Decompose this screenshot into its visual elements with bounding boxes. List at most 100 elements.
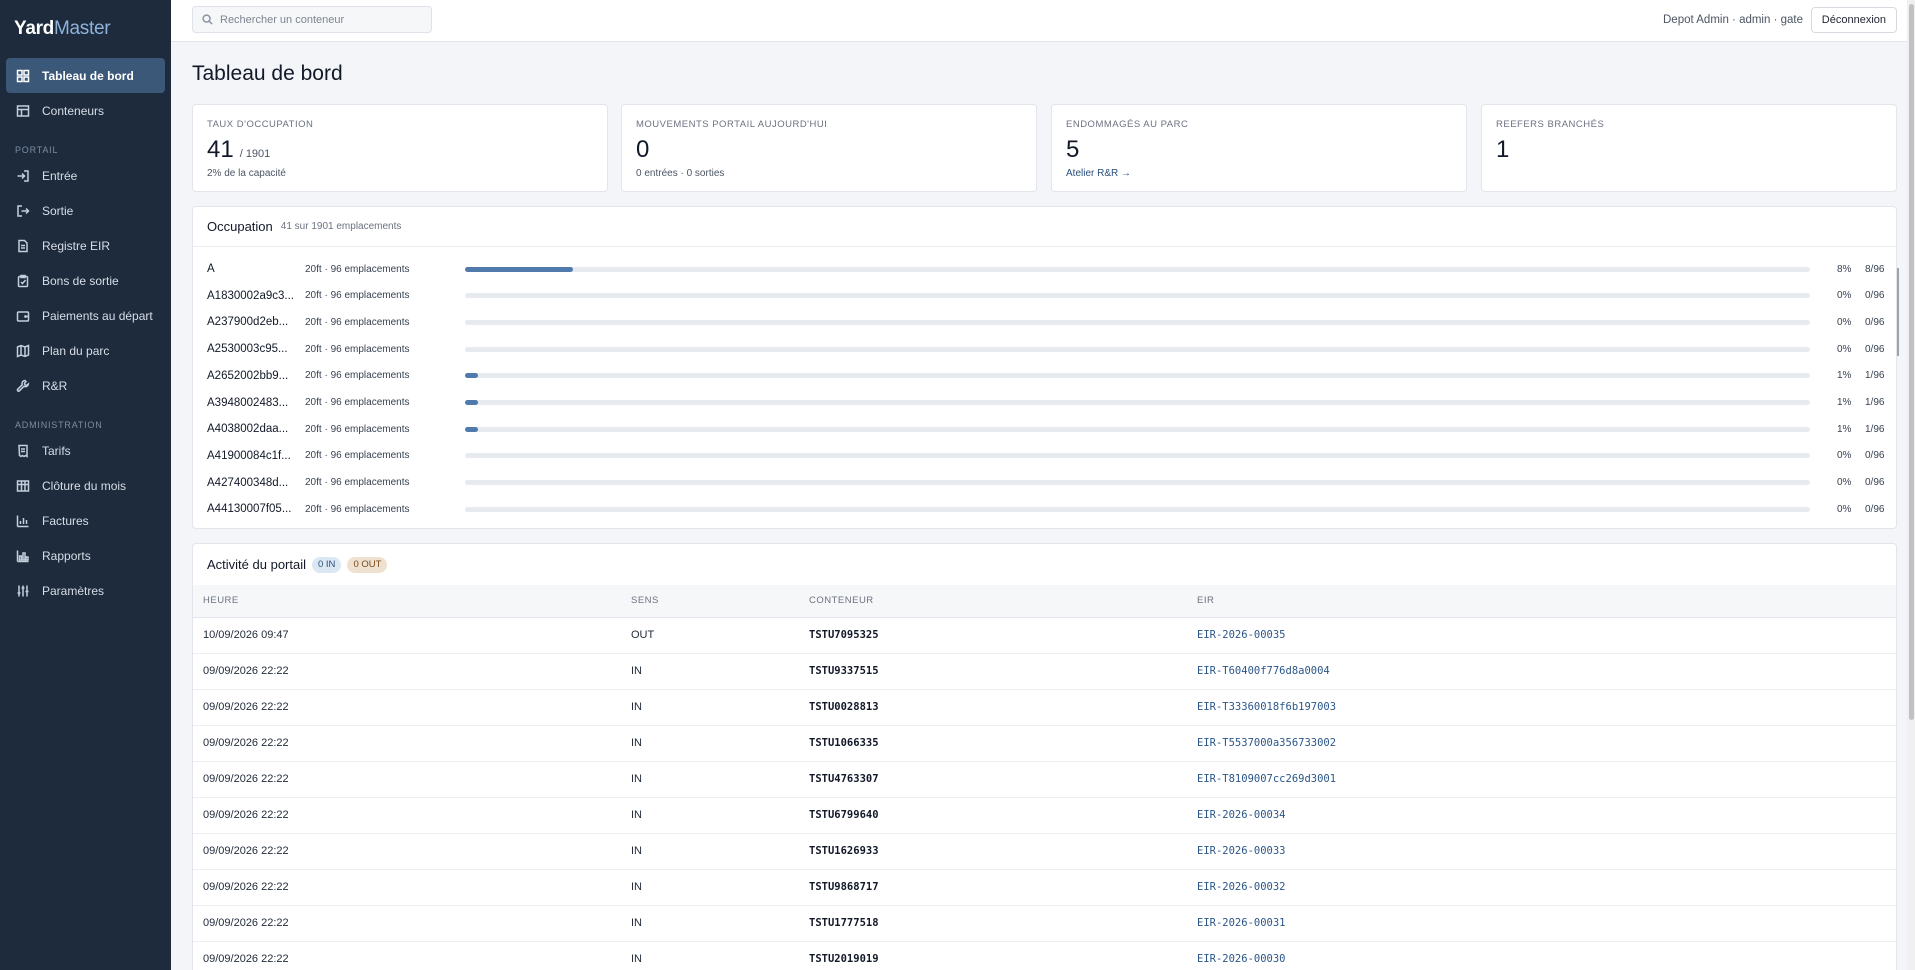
badge-out-count: 0 OUT <box>347 556 388 573</box>
table-row[interactable]: 09/09/2026 22:22 IN TSTU6799640 EIR-2026-00… <box>193 797 1896 833</box>
column-header-direction[interactable]: SENS <box>631 585 809 617</box>
occupation-row[interactable]: A427400348d... 20ft · 96 emplacements 0% 0/… <box>207 475 1884 491</box>
zone-description: 20ft · 96 emplacements <box>305 450 410 462</box>
rr-workshop-link[interactable]: Atelier R&R → <box>1066 168 1452 179</box>
occupation-row[interactable]: A2652002bb9... 20ft · 96 emplacements 1% 1/… <box>207 368 1884 384</box>
occupancy-percent: 1% <box>1837 397 1852 408</box>
brand-logo[interactable]: Yard Master <box>0 0 171 58</box>
occupation-row[interactable]: A2530003c95... 20ft · 96 emplacements 0% 0/… <box>207 341 1884 357</box>
occupation-row[interactable]: A3948002483... 20ft · 96 emplacements 1% 1/… <box>207 395 1884 411</box>
eir-link[interactable]: EIR-T5537000a356733002 <box>1197 725 1896 761</box>
eir-link[interactable]: EIR-T33360018f6b197003 <box>1197 689 1896 725</box>
cell-container[interactable]: TSTU2019019 <box>809 941 1197 970</box>
grid-icon <box>16 69 30 83</box>
column-header-container[interactable]: CONTENEUR <box>809 585 1197 617</box>
cell-container[interactable]: TSTU7095325 <box>809 617 1197 653</box>
cell-container[interactable]: TSTU9337515 <box>809 653 1197 689</box>
eir-link[interactable]: EIR-2026-00032 <box>1197 869 1896 905</box>
sidebar-item-tariffs[interactable]: Tarifs <box>6 433 165 468</box>
zone-description: 20ft · 96 emplacements <box>305 316 410 328</box>
stat-label: MOUVEMENTS PORTAIL AUJOURD'HUI <box>636 119 828 130</box>
cell-container[interactable]: TSTU9868717 <box>809 869 1197 905</box>
column-header-eir[interactable]: EIR <box>1197 585 1896 617</box>
sidebar: Yard Master Tableau de bord Conteneurs POR… <box>0 0 171 970</box>
brand-part-1: Yard <box>14 18 54 39</box>
sidebar-item-payments[interactable]: Paiements au départ <box>6 298 165 333</box>
eir-link[interactable]: EIR-2026-00030 <box>1197 941 1896 970</box>
sidebar-item-entry[interactable]: Entrée <box>6 158 165 193</box>
eir-link[interactable]: EIR-T60400f776d8a0004 <box>1197 653 1896 689</box>
occupation-row[interactable]: A41900084c1f... 20ft · 96 emplacements 0% 0… <box>207 448 1884 464</box>
zone-description: 20ft · 96 emplacements <box>305 503 410 515</box>
sidebar-item-monthclose[interactable]: Clôture du mois <box>6 468 165 503</box>
occupation-row[interactable]: A237900d2eb... 20ft · 96 emplacements 0% 0/… <box>207 314 1884 330</box>
occupancy-bar <box>465 319 1810 325</box>
stat-value: 5 <box>1066 136 1080 163</box>
sidebar-item-reports[interactable]: Rapports <box>6 538 165 573</box>
eir-link[interactable]: EIR-2026-00035 <box>1197 617 1896 653</box>
cell-direction: OUT <box>631 629 655 641</box>
sidebar-item-invoices[interactable]: Factures <box>6 503 165 538</box>
occupation-scrollbar[interactable] <box>1897 268 1899 356</box>
sidebar-item-label: Tarifs <box>42 443 71 458</box>
occupation-row[interactable]: A44130007f05... 20ft · 96 emplacements 0% 0… <box>207 501 1884 517</box>
search-box[interactable] <box>192 6 432 33</box>
cell-container[interactable]: TSTU6799640 <box>809 797 1197 833</box>
cell-direction: IN <box>631 953 642 965</box>
cell-time: 09/09/2026 22:22 <box>203 737 289 749</box>
sidebar-item-release[interactable]: Bons de sortie <box>6 263 165 298</box>
eir-link[interactable]: EIR-2026-00033 <box>1197 833 1896 869</box>
clipboard-icon <box>16 274 30 288</box>
table-row[interactable]: 09/09/2026 22:22 IN TSTU9868717 EIR-2026-00… <box>193 869 1896 905</box>
sidebar-item-rr[interactable]: R&R <box>6 368 165 403</box>
logout-button[interactable]: Déconnexion <box>1810 7 1897 33</box>
table-row[interactable]: 09/09/2026 22:22 IN TSTU1777518 EIR-2026-00… <box>193 905 1896 941</box>
occupation-title: Occupation <box>207 219 273 234</box>
column-header-time[interactable]: HEURE <box>193 585 631 617</box>
cell-container[interactable]: TSTU0028813 <box>809 689 1197 725</box>
table-row[interactable]: 09/09/2026 22:22 IN TSTU2019019 EIR-2026-00… <box>193 941 1896 970</box>
sidebar-item-exit[interactable]: Sortie <box>6 193 165 228</box>
sidebar-item-label: Registre EIR <box>42 238 111 253</box>
badge-in-count: 0 IN <box>312 556 342 573</box>
occupancy-bar-fill <box>465 266 573 272</box>
occupancy-bar-fill <box>465 426 478 432</box>
occupancy-bar <box>465 293 1810 299</box>
zone-description: 20ft · 96 emplacements <box>305 343 410 355</box>
cell-container[interactable]: TSTU1777518 <box>809 905 1197 941</box>
occupation-row[interactable]: A4038002daa... 20ft · 96 emplacements 1% 1/… <box>207 421 1884 437</box>
activity-title: Activité du portail <box>207 557 306 572</box>
search-input[interactable] <box>220 13 420 26</box>
page-scrollbar[interactable] <box>1907 0 1915 970</box>
table-icon <box>16 104 30 118</box>
table-row[interactable]: 10/09/2026 09:47 OUT TSTU7095325 EIR-2026-0… <box>193 617 1896 653</box>
occupation-row[interactable]: A 20ft · 96 emplacements 8% 8/96 <box>207 261 1884 277</box>
cell-direction: IN <box>631 665 642 677</box>
sidebar-item-settings[interactable]: Paramètres <box>6 573 165 608</box>
cell-time: 10/09/2026 09:47 <box>203 629 289 641</box>
page-scrollbar-thumb[interactable] <box>1909 4 1914 720</box>
table-row[interactable]: 09/09/2026 22:22 IN TSTU4763307 EIR-T810900… <box>193 761 1896 797</box>
table-row[interactable]: 09/09/2026 22:22 IN TSTU0028813 EIR-T333600… <box>193 689 1896 725</box>
occupancy-bar <box>465 506 1810 512</box>
eir-link[interactable]: EIR-T8109007cc269d3001 <box>1197 761 1896 797</box>
eir-link[interactable]: EIR-2026-00034 <box>1197 797 1896 833</box>
sidebar-item-eir[interactable]: Registre EIR <box>6 228 165 263</box>
sidebar-item-dashboard[interactable]: Tableau de bord <box>6 58 165 93</box>
cell-time: 09/09/2026 22:22 <box>203 953 289 965</box>
occupancy-count: 0/96 <box>1865 477 1885 489</box>
table-row[interactable]: 09/09/2026 22:22 IN TSTU1626933 EIR-2026-00… <box>193 833 1896 869</box>
cell-container[interactable]: TSTU1626933 <box>809 833 1197 869</box>
eir-link[interactable]: EIR-2026-00031 <box>1197 905 1896 941</box>
cell-direction: IN <box>631 917 642 929</box>
stat-label: REEFERS BRANCHÉS <box>1496 119 1605 130</box>
occupancy-percent: 0% <box>1837 503 1852 515</box>
table-row[interactable]: 09/09/2026 22:22 IN TSTU1066335 EIR-T553700… <box>193 725 1896 761</box>
sidebar-item-yardplan[interactable]: Plan du parc <box>6 333 165 368</box>
occupation-row[interactable]: A1830002a9c3... 20ft · 96 emplacements 0% 0… <box>207 288 1884 304</box>
table-row[interactable]: 09/09/2026 22:22 IN TSTU9337515 EIR-T60400f… <box>193 653 1896 689</box>
cell-container[interactable]: TSTU1066335 <box>809 725 1197 761</box>
cell-container[interactable]: TSTU4763307 <box>809 761 1197 797</box>
cell-direction: IN <box>631 773 642 785</box>
sidebar-item-containers[interactable]: Conteneurs <box>6 93 165 128</box>
